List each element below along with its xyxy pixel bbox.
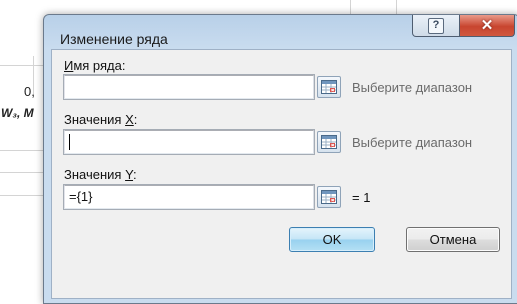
- label-text: мя ряда:: [73, 58, 126, 73]
- grid-line: [0, 172, 43, 173]
- access-key: Y: [125, 167, 134, 182]
- x-values-label: Значения X:: [64, 112, 137, 127]
- label-text: Значения: [64, 112, 126, 127]
- dialog-title: Изменение ряда: [60, 31, 168, 47]
- series-name-range-button[interactable]: [317, 76, 341, 98]
- x-values-range-button[interactable]: [317, 131, 341, 153]
- label-suffix: :: [133, 167, 137, 182]
- y-values-range-button[interactable]: [317, 186, 341, 208]
- x-values-input[interactable]: [63, 129, 315, 155]
- range-selector-icon: [321, 80, 337, 94]
- grid-line: [0, 65, 43, 66]
- dialog-title-bar[interactable]: Изменение ряда ? ✕: [44, 15, 517, 49]
- range-selector-icon: [321, 190, 337, 204]
- series-name-hint: Выберите диапазон: [352, 80, 473, 95]
- series-name-label: Имя ряда:: [64, 58, 125, 73]
- grid-line: [0, 150, 43, 151]
- label-suffix: :: [133, 112, 138, 127]
- input-value: ={1}: [69, 189, 93, 204]
- series-name-input[interactable]: [63, 74, 315, 100]
- close-button[interactable]: ✕: [459, 15, 515, 37]
- x-values-hint: Выберите диапазон: [352, 135, 473, 150]
- help-icon: ?: [428, 17, 444, 34]
- grid-line: [396, 0, 397, 14]
- grid-line: [350, 0, 351, 14]
- y-values-result: = 1: [352, 190, 371, 205]
- cancel-button[interactable]: Отмена: [406, 227, 500, 252]
- label-text: Значения: [64, 167, 126, 182]
- grid-line: [0, 195, 43, 196]
- help-button[interactable]: ?: [412, 15, 460, 37]
- ok-button[interactable]: OK: [289, 227, 375, 252]
- range-selector-icon: [321, 135, 337, 149]
- access-key: X: [125, 112, 134, 127]
- edit-series-dialog: Изменение ряда ? ✕ Имя ряда: Выберите ди…: [43, 14, 517, 304]
- cell-formula-fragment: W₃, M: [1, 106, 34, 120]
- text-caret: [69, 134, 70, 150]
- y-values-input[interactable]: ={1}: [63, 184, 315, 210]
- close-icon: ✕: [480, 17, 494, 34]
- dialog-body: Имя ряда: Выберите диапазон Значения X:: [51, 49, 512, 299]
- y-values-label: Значения Y:: [64, 167, 137, 182]
- cell-value-fragment: 0,: [24, 84, 35, 99]
- access-key: И: [64, 58, 74, 73]
